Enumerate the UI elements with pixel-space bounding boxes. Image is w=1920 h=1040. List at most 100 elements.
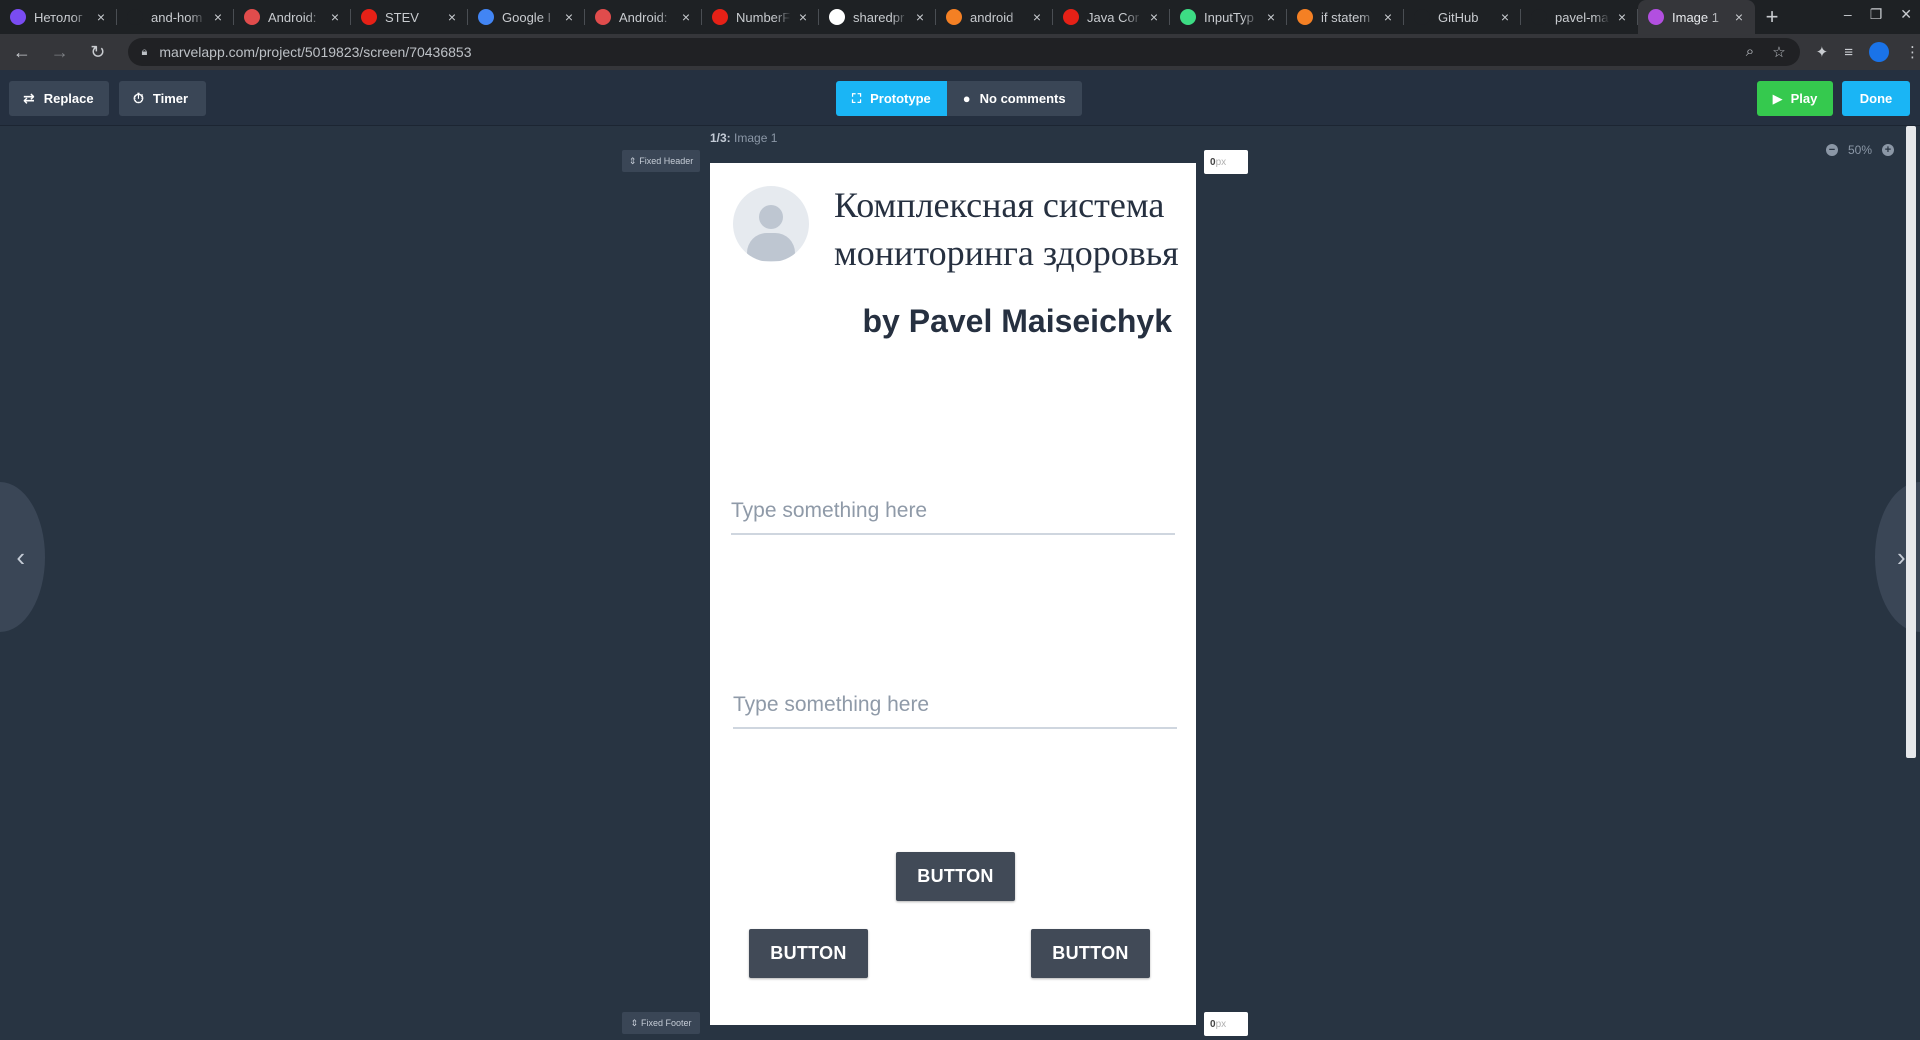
browser-menu-icon[interactable]: ⋮: [1905, 43, 1920, 61]
center-button[interactable]: BUTTON: [896, 852, 1015, 901]
canvas-scrollbar[interactable]: [1906, 126, 1916, 758]
left-button[interactable]: BUTTON: [749, 929, 868, 978]
restore-icon[interactable]: ❐: [1870, 6, 1883, 23]
tab-title: STEV: [385, 9, 419, 25]
comment-bubble-icon: ●: [962, 91, 971, 106]
tab-close-icon[interactable]: ×: [1380, 9, 1396, 25]
browser-tab[interactable]: InputTyp ×: [1170, 0, 1287, 34]
tab-close-icon[interactable]: ×: [327, 9, 343, 25]
bookmark-star-icon[interactable]: ☆: [1772, 43, 1785, 61]
tab-close-icon[interactable]: ×: [93, 9, 109, 25]
browser-tab[interactable]: NumberF ×: [702, 0, 819, 34]
play-button[interactable]: ▶ Play: [1757, 81, 1833, 116]
tab-favicon-icon: [595, 9, 611, 25]
reload-icon[interactable]: ↻: [82, 36, 114, 68]
tab-close-icon[interactable]: ×: [1029, 9, 1045, 25]
text-field-2[interactable]: Type something here: [733, 683, 1177, 729]
browser-tab[interactable]: Нетолог ×: [0, 0, 117, 34]
browser-tab[interactable]: pavel-ma ×: [1521, 0, 1638, 34]
play-icon: ▶: [1772, 90, 1783, 106]
tab-favicon-icon: [712, 9, 728, 25]
chevron-right-icon: ›: [1897, 541, 1906, 572]
browser-tab[interactable]: Java Cor ×: [1053, 0, 1170, 34]
tab-title: Google I: [502, 9, 552, 25]
swap-icon: ⇄: [23, 90, 35, 106]
mode-switch: ⛶ Prototype ● No comments: [836, 81, 1082, 116]
tab-close-icon[interactable]: ×: [1146, 9, 1162, 25]
resize-arrows-icon: ⇕: [630, 1017, 638, 1028]
profile-avatar[interactable]: [1868, 42, 1889, 62]
extensions-icon[interactable]: ✦: [1816, 43, 1829, 61]
close-window-icon[interactable]: ✕: [1900, 6, 1912, 23]
tab-title: android: [970, 9, 1014, 25]
tab-favicon-icon: [1063, 9, 1079, 25]
stopwatch-icon: ⏱︎: [133, 90, 144, 106]
comments-tab[interactable]: ● No comments: [946, 81, 1082, 116]
footer-height-input[interactable]: 0 px: [1204, 1012, 1248, 1036]
new-tab-button[interactable]: +: [1755, 0, 1789, 34]
prototype-tab[interactable]: ⛶ Prototype: [836, 81, 947, 116]
browser-tab[interactable]: STEV ×: [351, 0, 468, 34]
browser-tab[interactable]: android ×: [936, 0, 1053, 34]
done-button[interactable]: Done: [1842, 81, 1910, 116]
browser-tab[interactable]: if statem ×: [1287, 0, 1404, 34]
tab-title: sharedpr: [853, 9, 905, 25]
chevron-left-icon: ‹: [16, 541, 25, 572]
tab-title: Нетолог: [34, 9, 83, 25]
zoom-level: 50%: [1847, 143, 1872, 157]
tab-favicon-icon: [1648, 9, 1664, 25]
replace-button[interactable]: ⇄ Replace: [9, 81, 109, 116]
text-field-1[interactable]: Type something here: [731, 489, 1175, 535]
browser-tab[interactable]: Android: ×: [585, 0, 702, 34]
zoom-out-icon[interactable]: −: [1825, 144, 1838, 156]
previous-screen-button[interactable]: ‹: [0, 482, 45, 632]
browser-tab[interactable]: sharedpr ×: [819, 0, 936, 34]
tab-close-icon[interactable]: ×: [1614, 9, 1630, 25]
browser-tab[interactable]: GitHub ×: [1404, 0, 1521, 34]
browser-tab[interactable]: Google I ×: [468, 0, 585, 34]
tab-close-icon[interactable]: ×: [1497, 9, 1513, 25]
prototype-screen[interactable]: Комплексная система мониторинга здоровья…: [710, 163, 1196, 1025]
lock-icon: 🔒︎: [141, 45, 148, 58]
url-text: marvelapp.com/project/5019823/screen/704…: [159, 44, 472, 60]
zoom-in-icon[interactable]: +: [1882, 144, 1894, 156]
browser-tab[interactable]: Image 1 ×: [1638, 0, 1755, 34]
header-height-input[interactable]: 0 px: [1204, 150, 1248, 174]
window-controls: – ❐ ✕: [1844, 6, 1912, 23]
tab-title: InputTyp: [1204, 9, 1254, 25]
prototype-link-icon: ⛶: [852, 90, 862, 106]
right-button[interactable]: BUTTON: [1031, 929, 1150, 978]
fixed-footer-toggle[interactable]: ⇕ Fixed Footer: [622, 1012, 700, 1034]
url-bar[interactable]: 🔒︎ marvelapp.com/project/5019823/screen/…: [127, 38, 1800, 66]
back-icon[interactable]: ←: [6, 36, 38, 68]
tab-title: Android:: [268, 9, 317, 25]
tab-favicon-icon: [1297, 9, 1313, 25]
media-control-icon[interactable]: ≡: [1844, 44, 1853, 61]
zoom-search-icon[interactable]: ⌕: [1746, 43, 1754, 61]
tab-close-icon[interactable]: ×: [912, 9, 928, 25]
address-bar: ← → ↻ 🔒︎ marvelapp.com/project/5019823/s…: [0, 34, 1920, 70]
tab-favicon-icon: [829, 9, 845, 25]
author-byline: by Pavel Maiseichyk: [862, 303, 1172, 339]
tab-close-icon[interactable]: ×: [795, 9, 811, 25]
tab-close-icon[interactable]: ×: [444, 9, 460, 25]
browser-tab[interactable]: and-hom ×: [117, 0, 234, 34]
tab-favicon-icon: [478, 9, 494, 25]
browser-tab[interactable]: Android: ×: [234, 0, 351, 34]
screen-label: 1/3: Image 1: [710, 131, 778, 145]
timer-button[interactable]: ⏱︎ Timer: [119, 81, 206, 116]
tab-close-icon[interactable]: ×: [561, 9, 577, 25]
tab-favicon-icon: [1414, 9, 1430, 25]
tab-favicon-icon: [1531, 9, 1547, 25]
tab-close-icon[interactable]: ×: [1731, 9, 1747, 25]
marvel-toolbar: ⇄ Replace ⏱︎ Timer ⛶ Prototype ● No comm…: [0, 70, 1920, 126]
tab-close-icon[interactable]: ×: [1263, 9, 1279, 25]
fixed-header-toggle[interactable]: ⇕ Fixed Header: [622, 150, 700, 172]
tab-list: Нетолог × and-hom × Android: × STEV × Google I × A…: [0, 0, 1755, 34]
tab-close-icon[interactable]: ×: [210, 9, 226, 25]
tab-close-icon[interactable]: ×: [678, 9, 694, 25]
minimize-icon[interactable]: –: [1844, 6, 1852, 23]
forward-icon[interactable]: →: [44, 36, 76, 68]
tab-title: Java Cor: [1087, 9, 1140, 25]
avatar-head-shape: [759, 205, 783, 229]
